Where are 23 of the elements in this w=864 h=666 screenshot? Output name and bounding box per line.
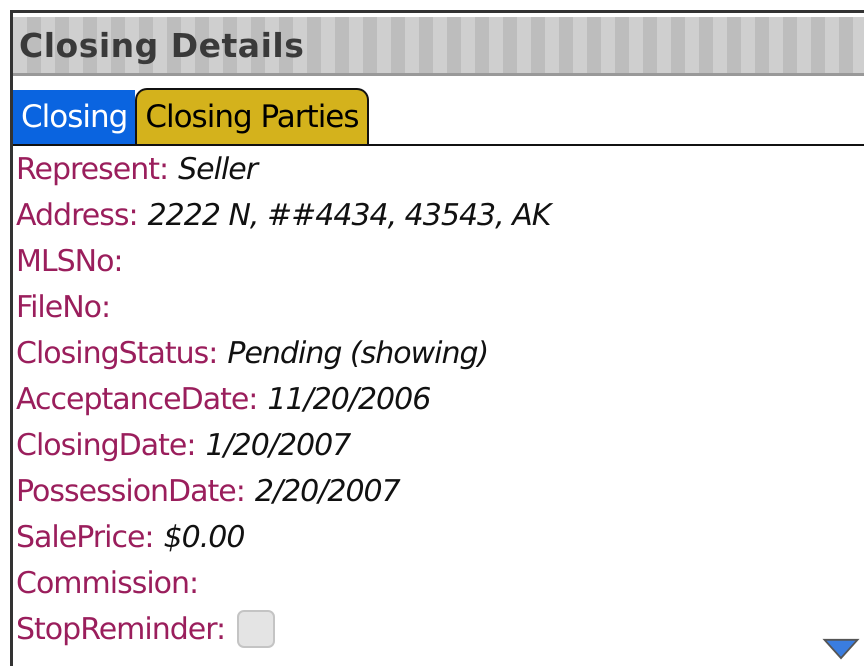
- tab[interactable]: Closing Parties: [135, 88, 369, 144]
- field-value: 1/20/2007: [205, 428, 350, 462]
- field-label: SalePrice:: [16, 520, 154, 554]
- tab[interactable]: Closing: [13, 90, 136, 144]
- screen-title: Closing Details: [19, 26, 304, 64]
- field-label: StopReminder:: [16, 612, 226, 646]
- field-value: 2222 N, ##4434, 43543, AK: [148, 198, 550, 232]
- field-label: Represent:: [16, 152, 168, 186]
- field-label: AcceptanceDate:: [16, 382, 258, 416]
- field-label: ClosingDate:: [16, 428, 196, 462]
- field-label: FileNo:: [16, 290, 110, 324]
- field-label: MLSNo:: [16, 244, 123, 278]
- field-value: 11/20/2006: [267, 382, 430, 416]
- field-label: Address:: [16, 198, 138, 232]
- field-value: Pending (showing): [227, 336, 488, 370]
- field-label: ClosingStatus:: [16, 336, 218, 370]
- scroll-down-icon[interactable]: [822, 638, 860, 660]
- field-value: 2/20/2007: [254, 474, 400, 508]
- field-label: Commission:: [16, 566, 198, 600]
- field-value: $0.00: [164, 520, 244, 554]
- checkbox[interactable]: [237, 610, 276, 648]
- field-label: PossessionDate:: [16, 474, 245, 508]
- field-value: Seller: [178, 152, 258, 186]
